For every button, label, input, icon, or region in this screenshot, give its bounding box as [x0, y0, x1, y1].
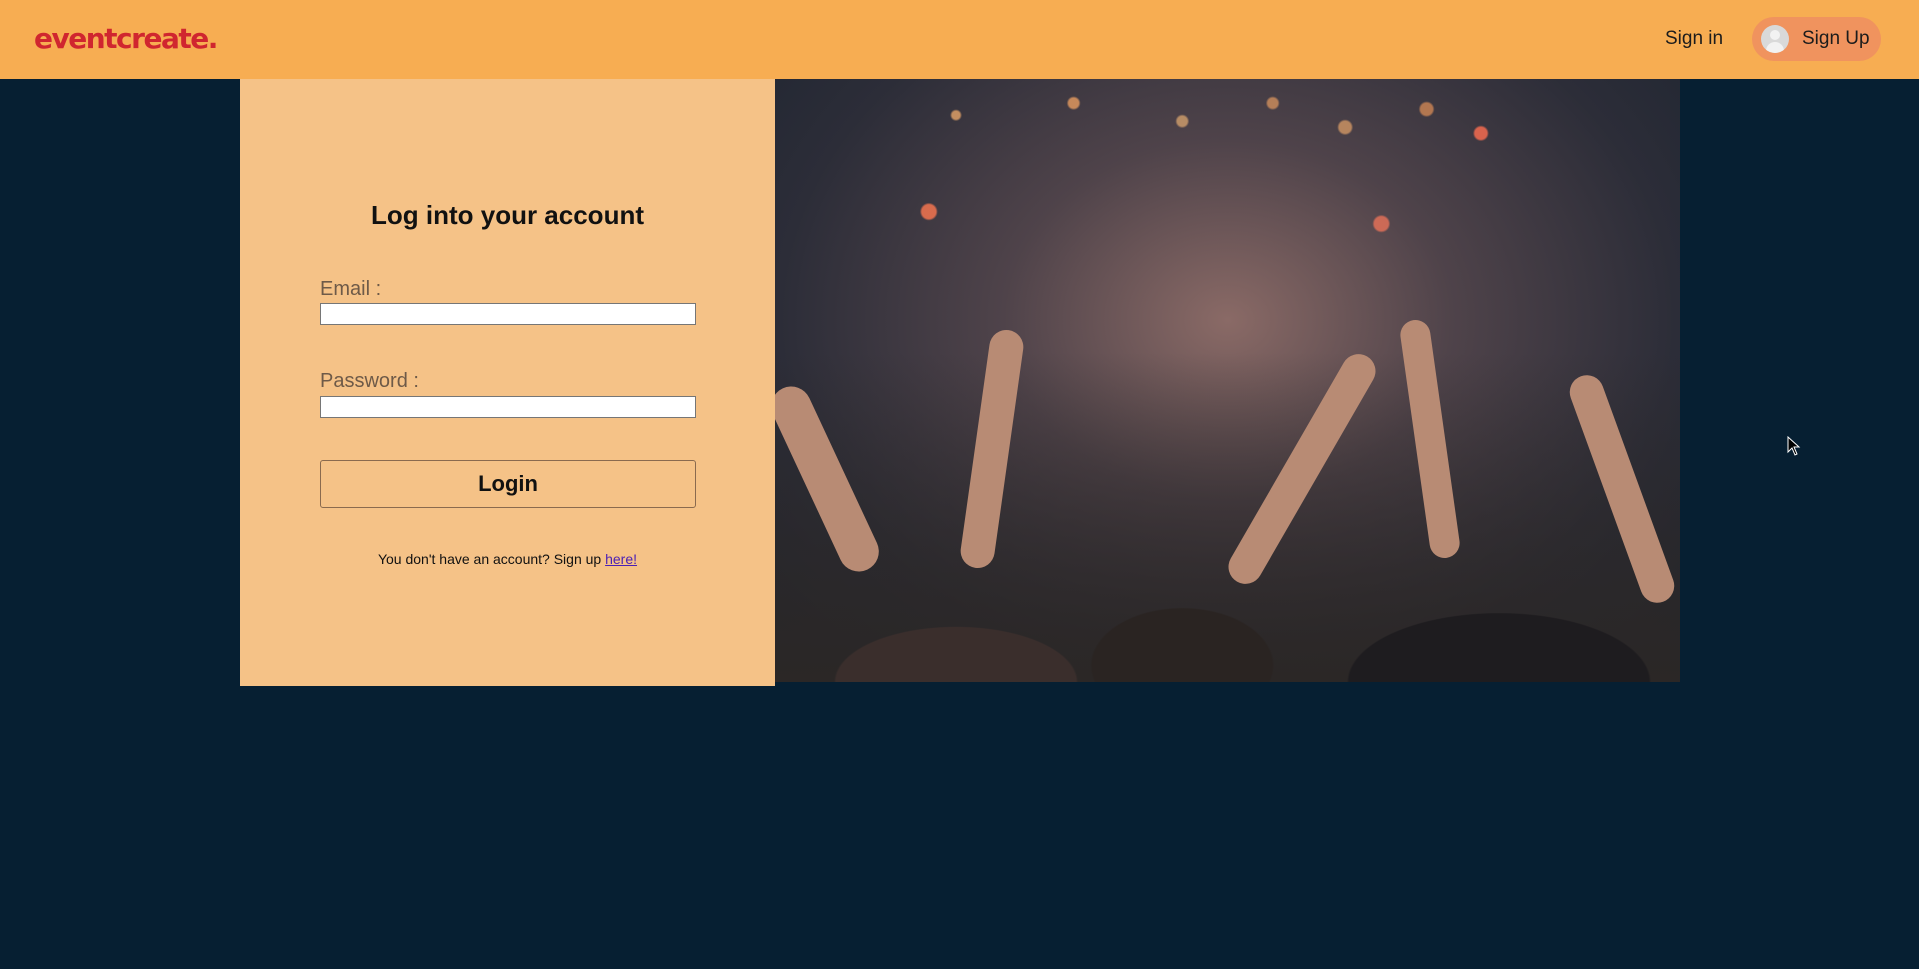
mouse-pointer-icon [1787, 435, 1801, 461]
sign-up-label: Sign Up [1802, 28, 1870, 49]
login-title: Log into your account [371, 200, 644, 230]
email-label: Email : [320, 278, 382, 300]
signup-here-link[interactable]: here! [605, 551, 637, 567]
crowd-silhouette [775, 352, 1680, 682]
password-label: Password : [320, 370, 419, 392]
top-navbar: eventcreate. Sign in Sign Up [0, 0, 1919, 79]
login-button[interactable]: Login [320, 460, 696, 508]
concert-crowd-image [775, 79, 1680, 682]
sign-up-button[interactable]: Sign Up [1752, 17, 1881, 61]
brand-logo[interactable]: eventcreate. [34, 20, 218, 58]
login-panel: Log into your account Email : Password :… [240, 79, 775, 686]
password-input[interactable] [320, 396, 696, 418]
signup-prompt-text: You don't have an account? Sign up [377, 551, 602, 567]
user-avatar-icon [1761, 25, 1789, 53]
signup-prompt: You don't have an account? Sign up here! [240, 549, 775, 569]
email-input[interactable] [320, 303, 696, 325]
sign-in-link[interactable]: Sign in [1665, 26, 1723, 52]
